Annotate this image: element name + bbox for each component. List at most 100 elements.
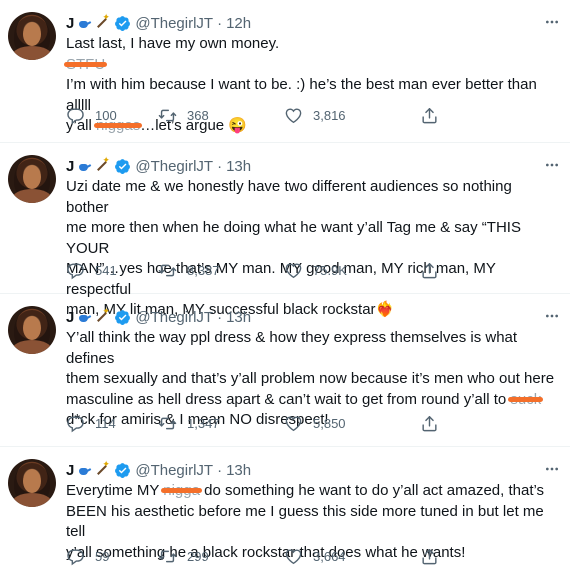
heart-icon xyxy=(284,547,303,566)
tweet-text-line: Uzi date me & we honestly have two diffe… xyxy=(66,178,512,216)
share-button[interactable] xyxy=(420,261,460,280)
share-button[interactable] xyxy=(420,547,460,566)
user-handle[interactable]: @ThegirlJT xyxy=(135,309,213,326)
heart-icon xyxy=(284,414,303,433)
like-count: 3,664 xyxy=(313,548,346,564)
action-bar: 114 1,347 5,850 xyxy=(66,412,506,434)
redaction-mark: STFU xyxy=(63,55,108,76)
tweet-header: J @ThegirlJT · 13h xyxy=(66,155,251,177)
more-dots-icon[interactable] xyxy=(544,14,560,30)
avatar[interactable] xyxy=(8,12,56,60)
retweet-icon xyxy=(158,106,177,125)
reply-button[interactable]: 59 xyxy=(66,547,158,566)
user-handle[interactable]: @ThegirlJT xyxy=(135,462,213,479)
share-icon xyxy=(420,547,439,566)
redaction-mark: nigga xyxy=(161,481,202,502)
retweet-button[interactable]: 1,347 xyxy=(158,414,284,433)
share-icon xyxy=(420,261,439,280)
retweet-button[interactable]: 368 xyxy=(158,106,284,125)
tweet-text-line: me more then when he doing what he want … xyxy=(66,219,521,257)
reply-count: 541 xyxy=(95,262,117,278)
verified-badge-icon xyxy=(114,462,131,479)
tweet-text-line: Everytime MY nigga do something he want … xyxy=(66,481,558,502)
separator-dot: · xyxy=(217,14,223,32)
timestamp[interactable]: 13h xyxy=(226,158,251,175)
tweet[interactable]: J @ThegirlJT · 12h Last last, I have my … xyxy=(0,0,570,143)
retweet-count: 8,387 xyxy=(187,262,220,278)
share-button[interactable] xyxy=(420,414,460,433)
more-dots-icon[interactable] xyxy=(544,461,560,477)
retweet-button[interactable]: 8,387 xyxy=(158,261,284,280)
reply-count: 59 xyxy=(95,548,110,564)
tweet-header: J @ThegirlJT · 13h xyxy=(66,306,251,328)
reply-button[interactable]: 114 xyxy=(66,414,158,433)
magic-wand-emoji-icon xyxy=(94,155,110,173)
magic-wand-emoji-icon xyxy=(94,459,110,477)
retweet-icon xyxy=(158,261,177,280)
retweet-button[interactable]: 299 xyxy=(158,547,284,566)
verified-badge-icon xyxy=(114,309,131,326)
reply-icon xyxy=(66,414,85,433)
timestamp[interactable]: 12h xyxy=(226,15,251,32)
like-count: 75.9K xyxy=(313,262,347,278)
separator-dot: · xyxy=(217,157,223,175)
like-button[interactable]: 3,816 xyxy=(284,106,420,125)
like-count: 5,850 xyxy=(313,415,346,431)
tweet[interactable]: J @ThegirlJT · 13h Uzi date me & we hone… xyxy=(0,143,570,318)
verified-badge-icon xyxy=(114,15,131,32)
heart-icon xyxy=(284,261,303,280)
display-name[interactable]: J xyxy=(66,15,74,32)
timestamp[interactable]: 13h xyxy=(226,309,251,326)
user-handle[interactable]: @ThegirlJT xyxy=(135,158,213,175)
separator-dot: · xyxy=(217,461,223,479)
retweet-count: 368 xyxy=(187,107,209,123)
reply-count: 114 xyxy=(95,415,116,431)
more-dots-icon[interactable] xyxy=(544,308,560,324)
display-name[interactable]: J xyxy=(66,462,74,479)
reply-icon xyxy=(66,547,85,566)
more-dots-icon[interactable] xyxy=(544,157,560,173)
tweet-text-line: STFU xyxy=(63,55,558,76)
teapot-emoji-icon xyxy=(77,311,91,323)
redaction-mark: suck xyxy=(508,390,544,411)
like-button[interactable]: 3,664 xyxy=(284,547,420,566)
tweet-text-line: them sexually and that’s y’all problem n… xyxy=(66,370,555,387)
separator-dot: · xyxy=(217,308,223,326)
share-icon xyxy=(420,414,439,433)
reply-icon xyxy=(66,106,85,125)
retweet-count: 1,347 xyxy=(187,415,220,431)
like-button[interactable]: 5,850 xyxy=(284,414,420,433)
tweet-header: J @ThegirlJT · 13h xyxy=(66,459,251,481)
action-bar: 100 368 3,816 xyxy=(66,104,506,126)
avatar[interactable] xyxy=(8,306,56,354)
magic-wand-emoji-icon xyxy=(94,306,110,324)
tweet-text-line: masculine as hell dress apart & can’t wa… xyxy=(66,390,558,411)
tweet[interactable]: J @ThegirlJT · 13h Everytime MY nigga do… xyxy=(0,447,570,570)
share-button[interactable] xyxy=(420,106,460,125)
tweet-text-fragment: Everytime MY xyxy=(66,482,164,499)
timestamp[interactable]: 13h xyxy=(226,462,251,479)
reply-count: 100 xyxy=(95,107,117,123)
reply-icon xyxy=(66,261,85,280)
display-name[interactable]: J xyxy=(66,158,74,175)
share-icon xyxy=(420,106,439,125)
like-count: 3,816 xyxy=(313,107,346,123)
like-button[interactable]: 75.9K xyxy=(284,261,420,280)
action-bar: 541 8,387 75.9K xyxy=(66,259,506,281)
action-bar: 59 299 3,664 xyxy=(66,545,506,567)
teapot-emoji-icon xyxy=(77,464,91,476)
tweet-text-line: Y’all think the way ppl dress & how they… xyxy=(66,329,518,367)
reply-button[interactable]: 100 xyxy=(66,106,158,125)
user-handle[interactable]: @ThegirlJT xyxy=(135,15,213,32)
display-name[interactable]: J xyxy=(66,309,74,326)
avatar[interactable] xyxy=(8,459,56,507)
heart-icon xyxy=(284,106,303,125)
retweet-icon xyxy=(158,547,177,566)
teapot-emoji-icon xyxy=(77,17,91,29)
avatar[interactable] xyxy=(8,155,56,203)
teapot-emoji-icon xyxy=(77,160,91,172)
tweet[interactable]: J @ThegirlJT · 13h Y’all think the way p… xyxy=(0,294,570,447)
tweet-text-fragment: do something he want to do y’all act ama… xyxy=(199,482,545,499)
magic-wand-emoji-icon xyxy=(94,12,110,30)
reply-button[interactable]: 541 xyxy=(66,261,158,280)
